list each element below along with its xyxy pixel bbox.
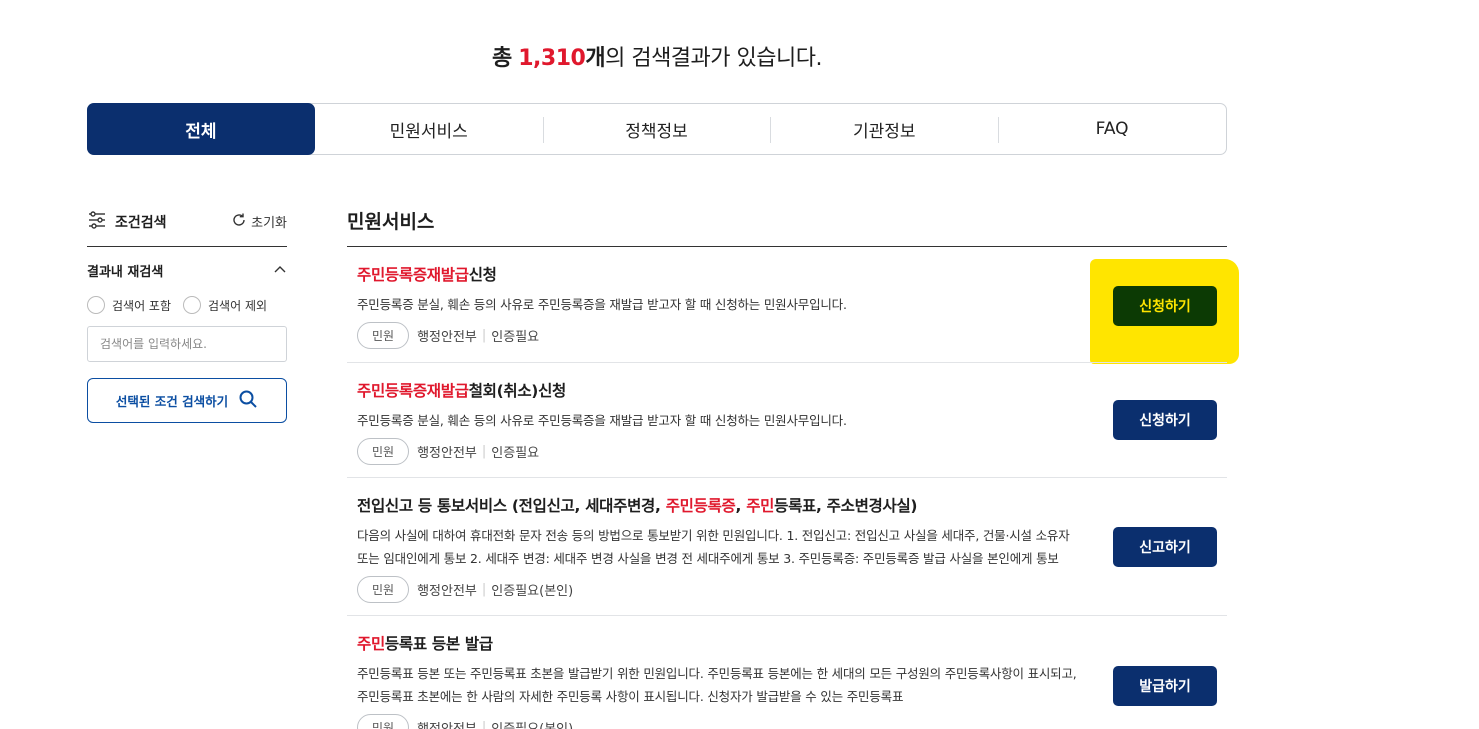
title-highlight: 주민등록증재발급 [357, 382, 469, 400]
tab-policy-info[interactable]: 정책정보 [542, 104, 771, 154]
filter-title: 조건검색 [87, 210, 167, 234]
list-item: 주민등록증재발급철회(취소)신청 주민등록증 분실, 훼손 등의 사유로 주민등… [347, 363, 1227, 478]
title-part: 전입신고 등 통보서비스 (전입신고, 세대주변경, [357, 497, 666, 515]
meta-separator: | [481, 328, 487, 343]
title-highlight: 주민 [357, 635, 385, 653]
result-summary: 총 1,310개의 검색결과가 있습니다. [0, 40, 1314, 72]
radio-circle[interactable] [183, 296, 202, 314]
radio-exclude[interactable]: 검색어 제외 [183, 296, 267, 314]
tab-all[interactable]: 전체 [87, 103, 315, 155]
item-title[interactable]: 주민등록증재발급신청 [357, 263, 1077, 285]
item-org: 행정안전부 [417, 446, 477, 461]
filter-title-label: 조건검색 [115, 214, 167, 231]
apply-button[interactable]: 신청하기 [1113, 400, 1217, 440]
meta-separator: | [481, 444, 487, 459]
summary-prefix: 총 [492, 46, 512, 71]
item-org: 행정안전부 [417, 330, 477, 345]
item-description: 다음의 사실에 대하여 휴대전화 문자 전송 등의 방법으로 통보받기 위한 민… [357, 528, 1070, 566]
section-title: 민원서비스 [347, 207, 1227, 247]
item-auth: 인증필요 [491, 330, 540, 345]
item-meta: 민원 행정안전부 | 인증필요 [357, 322, 1077, 349]
list-item: 전입신고 등 통보서비스 (전입신고, 세대주변경, 주민등록증, 주민등록표,… [347, 478, 1227, 616]
apply-filter-label: 선택된 조건 검색하기 [115, 394, 229, 409]
report-button[interactable]: 신고하기 [1113, 526, 1217, 567]
refresh-icon [231, 212, 251, 232]
item-meta: 민원 행정안전부 | 인증필요 [357, 438, 1077, 465]
item-description: 주민등록증 분실, 훼손 등의 사유로 주민등록증을 재발급 받고자 할 때 신… [357, 297, 847, 312]
item-title[interactable]: 주민등록표 등본 발급 [357, 632, 1077, 654]
apply-filter-button[interactable]: 선택된 조건 검색하기 [87, 378, 287, 423]
list-item: 주민등록증재발급신청 주민등록증 분실, 훼손 등의 사유로 주민등록증을 재발… [347, 247, 1227, 363]
reset-label: 초기화 [251, 216, 287, 231]
item-auth: 인증필요(본인) [491, 718, 573, 729]
filter-header: 조건검색 초기화 [87, 207, 287, 247]
search-mode-radios: 검색어 포함 검색어 제외 [87, 296, 287, 314]
apply-button-highlighted[interactable]: 신청하기 [1113, 286, 1217, 326]
category-chip: 민원 [357, 322, 410, 349]
title-rest: 신청 [468, 266, 497, 284]
tab-agency-info[interactable]: 기관정보 [770, 104, 998, 154]
re-search-toggle[interactable]: 결과내 재검색 [87, 261, 287, 280]
item-auth: 인증필요(본인) [491, 584, 574, 599]
item-org: 행정안전부 [417, 718, 477, 729]
tab-civil-service[interactable]: 민원서비스 [315, 104, 543, 154]
meta-separator: | [481, 582, 487, 597]
title-highlight: 주민 [746, 497, 775, 515]
tab-faq[interactable]: FAQ [998, 104, 1226, 154]
title-rest: 철회(취소)신청 [468, 382, 567, 400]
title-highlight: 주민등록증재발급 [357, 266, 469, 284]
item-org: 행정안전부 [417, 584, 477, 599]
title-part: , [735, 497, 747, 515]
search-icon [228, 389, 258, 412]
summary-unit: 개 [585, 46, 606, 71]
item-meta: 민원 행정안전부 | 인증필요(본인) [357, 576, 1077, 603]
radio-include[interactable]: 검색어 포함 [87, 296, 171, 314]
re-search-input[interactable] [87, 326, 287, 362]
radio-circle[interactable] [87, 296, 105, 314]
item-title[interactable]: 주민등록증재발급철회(취소)신청 [357, 379, 1077, 401]
item-description: 주민등록표 등본 또는 주민등록표 초본을 발급받기 위한 민원입니다. 주민등… [357, 666, 1077, 704]
item-description: 주민등록증 분실, 훼손 등의 사유로 주민등록증을 재발급 받고자 할 때 신… [357, 413, 847, 428]
chevron-up-icon [273, 263, 287, 278]
radio-include-label: 검색어 포함 [112, 298, 172, 313]
radio-exclude-label: 검색어 제외 [208, 298, 268, 313]
category-chip: 민원 [357, 714, 410, 729]
category-chip: 민원 [357, 438, 410, 465]
results-main: 민원서비스 주민등록증재발급신청 주민등록증 분실, 훼손 등의 사유로 주민등… [347, 207, 1227, 729]
title-part: 등록표, 주소변경사실) [774, 497, 918, 515]
sliders-icon [87, 210, 115, 234]
category-chip: 민원 [357, 576, 410, 603]
reset-button[interactable]: 초기화 [231, 212, 287, 232]
result-count: 1,310 [518, 46, 586, 71]
item-meta: 민원 행정안전부 | 인증필요(본인) [357, 714, 1077, 729]
category-tabs: 전체 민원서비스 정책정보 기관정보 FAQ [87, 103, 1227, 155]
meta-separator: | [481, 720, 487, 729]
list-item: 주민등록표 등본 발급 주민등록표 등본 또는 주민등록표 초본을 발급받기 위… [347, 616, 1227, 729]
summary-suffix: 의 검색결과가 있습니다. [605, 46, 822, 71]
item-title[interactable]: 전입신고 등 통보서비스 (전입신고, 세대주변경, 주민등록증, 주민등록표,… [357, 494, 1077, 516]
item-auth: 인증필요 [491, 446, 540, 461]
filter-sidebar: 조건검색 초기화 결과내 재검색 검색어 포함 검색어 제외 선택된 조건 검색… [87, 207, 287, 423]
title-rest: 등록표 등본 발급 [384, 635, 493, 653]
issue-button[interactable]: 발급하기 [1113, 666, 1217, 706]
re-search-label: 결과내 재검색 [87, 265, 164, 280]
title-highlight: 주민등록증 [665, 497, 736, 515]
